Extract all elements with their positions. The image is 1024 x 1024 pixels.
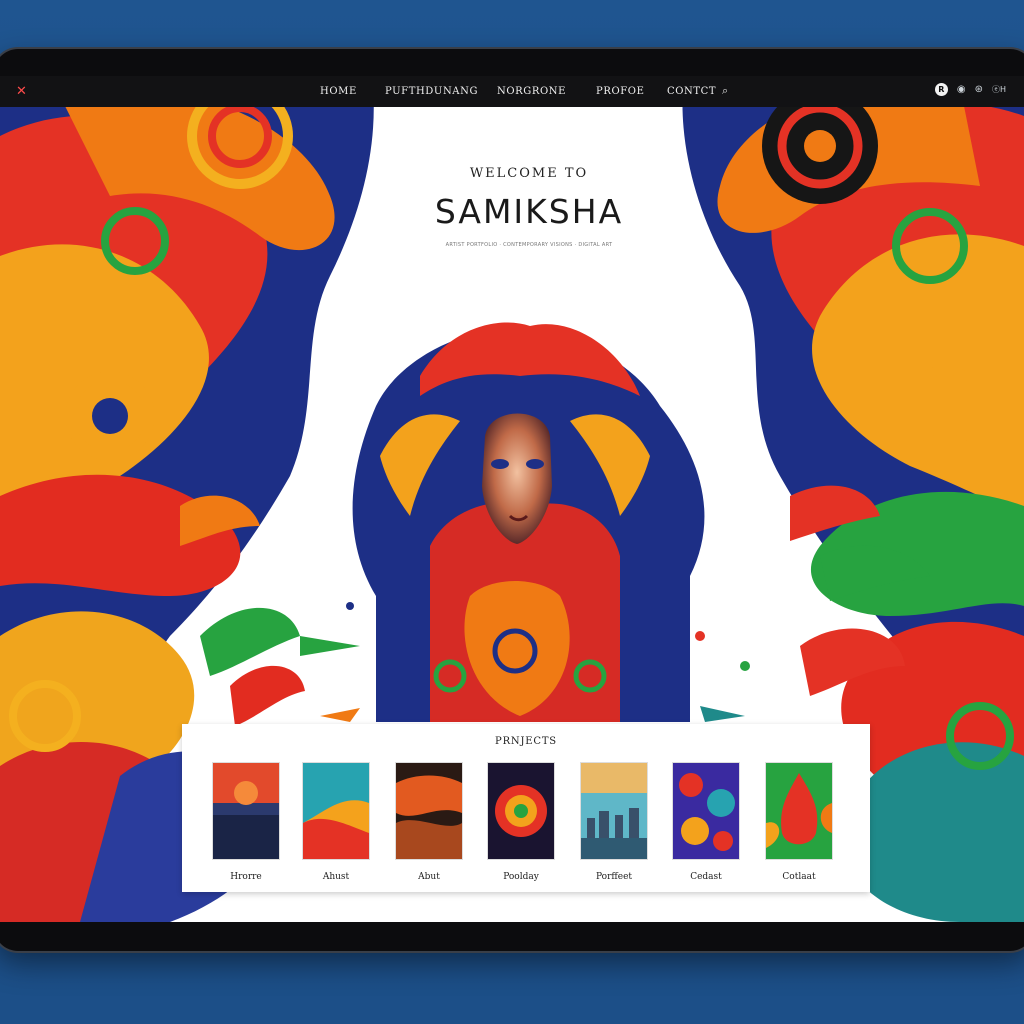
nav-item-background[interactable]: NORGRONE <box>497 86 566 97</box>
project-label: Hrorre <box>230 872 262 882</box>
project-label: Abut <box>418 872 440 882</box>
nav-item-profile[interactable]: PROFOE <box>596 86 645 97</box>
top-navbar: ✕ HOME PUFTHDUNANG NORGRONE PROFOE CONTC… <box>0 76 1024 107</box>
project-label: Poolday <box>503 872 539 882</box>
browser-screen: WELCOME TO SAMIKSHA ARTIST PORTFOLIO · C… <box>0 76 1024 922</box>
project-tile[interactable]: Poolday <box>487 762 555 882</box>
site-title: SAMIKSHA <box>434 192 624 231</box>
project-thumbnail <box>487 762 555 860</box>
project-thumbnail <box>395 762 463 860</box>
project-tile[interactable]: Hrorre <box>212 762 280 882</box>
nav-item-contact[interactable]: CONTCT <box>667 86 716 97</box>
projects-title: PRNJECTS <box>495 736 557 747</box>
project-thumbnail <box>672 762 740 860</box>
project-tile[interactable]: Porffeet <box>580 762 648 882</box>
project-tile[interactable]: Cotlaat <box>765 762 833 882</box>
eye-icon[interactable]: ◉ <box>957 84 966 95</box>
project-label: Porffeet <box>595 872 633 882</box>
project-label: Ahust <box>322 872 350 882</box>
nav-item-portfolio[interactable]: PUFTHDUNANG <box>385 86 478 97</box>
welcome-kicker: WELCOME TO <box>469 166 589 181</box>
project-tile[interactable]: Abut <box>395 762 463 882</box>
project-thumbnail <box>580 762 648 860</box>
project-thumbnail <box>212 762 280 860</box>
project-thumbnail <box>765 762 833 860</box>
search-icon[interactable]: ⌕ <box>722 84 728 98</box>
project-label: Cedast <box>690 872 722 882</box>
projects-panel: PRNJECTS Hrorre Ahust Abut Poolday Porff… <box>182 724 870 892</box>
project-label: Cotlaat <box>782 872 816 882</box>
welcome-panel: WELCOME TO SAMIKSHA ARTIST PORTFOLIO · C… <box>376 108 682 280</box>
nav-item-home[interactable]: HOME <box>320 86 357 97</box>
site-subtitle: ARTIST PORTFOLIO · CONTEMPORARY VISIONS … <box>445 242 613 248</box>
language-label[interactable]: ⓔH <box>992 84 1006 95</box>
avatar[interactable]: R <box>934 83 948 96</box>
project-tile[interactable]: Cedast <box>672 762 740 882</box>
fingerprint-icon[interactable]: ⊛ <box>975 84 983 95</box>
project-tile[interactable]: Ahust <box>302 762 370 882</box>
close-icon[interactable]: ✕ <box>16 84 27 99</box>
project-thumbnail <box>302 762 370 860</box>
nav-right-icons: R ◉ ⊛ ⓔH <box>934 83 1006 96</box>
